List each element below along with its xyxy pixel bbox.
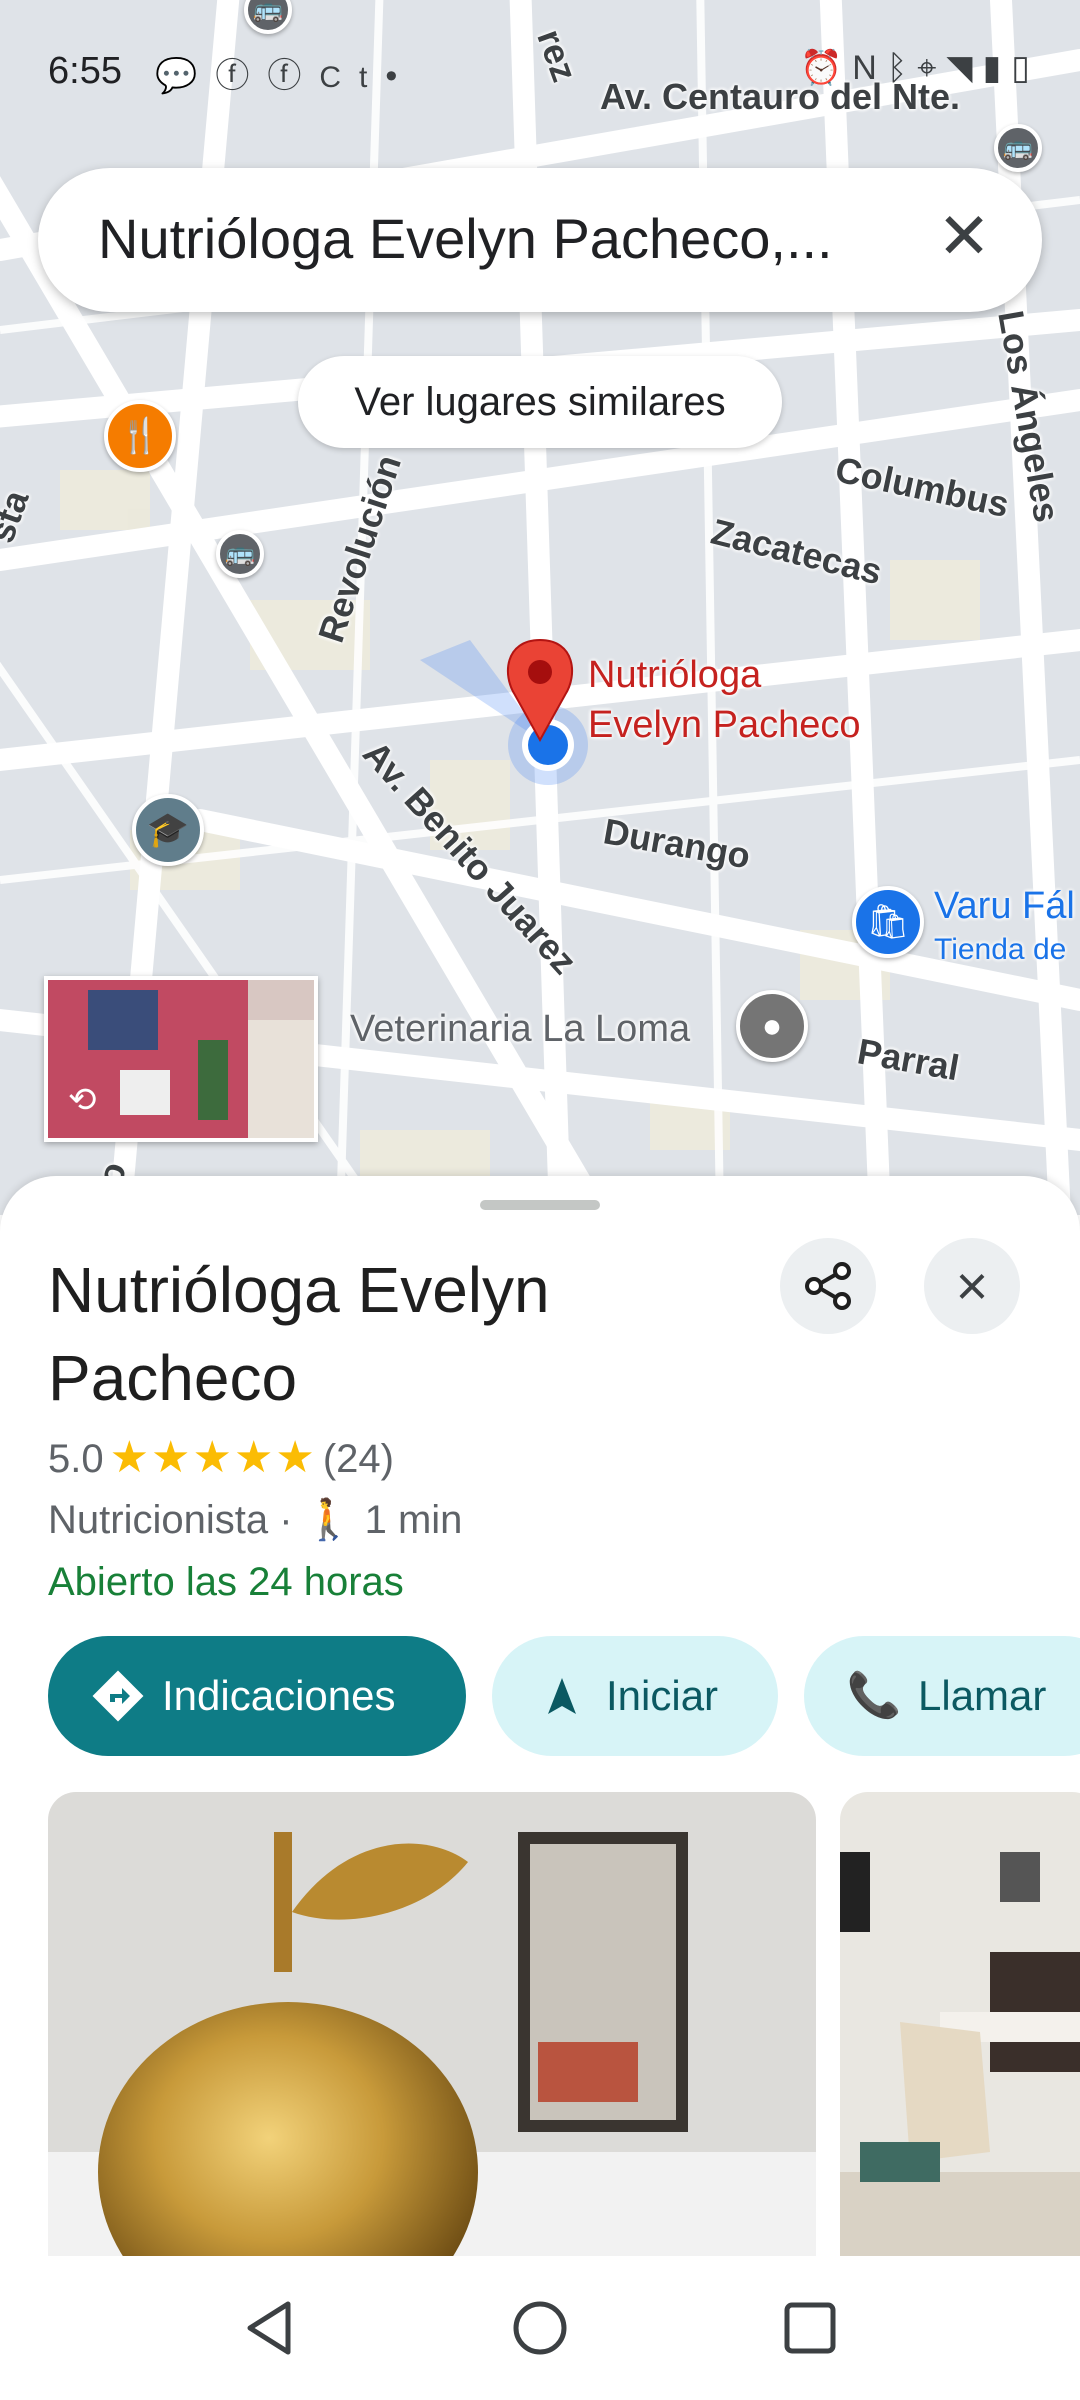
- share-icon: [805, 1262, 851, 1310]
- restaurant-poi-icon[interactable]: 🍴: [104, 400, 176, 472]
- pin-label-line: Nutrióloga: [588, 654, 762, 696]
- wifi-icon: ◥: [946, 49, 983, 87]
- bluetooth-icon: ᛒ: [886, 49, 918, 87]
- system-navigation-bar: [0, 2256, 1080, 2400]
- rating-value: 5.0: [48, 1437, 104, 1481]
- shop-poi-type: Tienda de: [934, 933, 1067, 966]
- place-sheet[interactable]: Nutrióloga Evelyn Pacheco × 5.0 ★★★★★ (24)…: [0, 1176, 1080, 2256]
- selected-place-label[interactable]: Nutrióloga Evelyn Pacheco: [588, 650, 861, 750]
- facebook-icon: ⓕ: [215, 57, 268, 95]
- similar-places-button[interactable]: Ver lugares similares: [298, 356, 782, 448]
- rotate-360-icon: ⟲: [68, 1081, 97, 1119]
- close-sheet-button[interactable]: ×: [924, 1238, 1020, 1334]
- system-icons: ⏰Nᛒ⌖◥▮▯: [800, 48, 1040, 88]
- office-interior-image: [840, 1792, 1080, 2256]
- back-icon[interactable]: [240, 2298, 300, 2358]
- separator: ·: [279, 1498, 293, 1542]
- street-view-thumbnail[interactable]: ⟲: [44, 976, 318, 1142]
- battery-icon: ▯: [1011, 49, 1040, 87]
- place-photo[interactable]: [840, 1792, 1080, 2256]
- ct-icon: Ct: [319, 61, 386, 94]
- shopping-poi-icon[interactable]: 🛍: [852, 886, 924, 958]
- drag-handle[interactable]: [480, 1200, 600, 1210]
- bus-stop-icon[interactable]: 🚌: [994, 124, 1042, 172]
- directions-button[interactable]: Indicaciones: [48, 1636, 466, 1756]
- call-button[interactable]: 📞 Llamar: [804, 1636, 1080, 1756]
- close-icon: ×: [955, 1254, 989, 1317]
- shop-poi-name: Varu Fál: [934, 885, 1075, 927]
- category-row: Nutricionista · 🚶 1 min: [48, 1496, 462, 1543]
- place-poi-icon[interactable]: ●: [736, 990, 808, 1062]
- facebook-icon: ⓕ: [267, 57, 320, 95]
- search-bar[interactable]: Nutrióloga Evelyn Pacheco,... ✕: [38, 168, 1042, 312]
- messenger-icon: 💬: [155, 57, 216, 95]
- rating-row[interactable]: 5.0 ★★★★★ (24): [48, 1432, 394, 1483]
- place-photo[interactable]: [48, 1792, 816, 2256]
- star-rating-icon: ★★★★★: [109, 1433, 317, 1482]
- phone-icon: 📞: [846, 1671, 902, 1720]
- status-time: 6:55: [48, 50, 122, 92]
- vet-poi-label[interactable]: Veterinaria La Loma: [350, 1008, 690, 1051]
- walk-time: 1 min: [364, 1498, 463, 1542]
- close-icon[interactable]: ✕: [928, 200, 1000, 272]
- location-icon: ⌖: [917, 49, 947, 87]
- recents-icon[interactable]: [780, 2298, 840, 2358]
- opening-hours[interactable]: Abierto las 24 horas: [48, 1560, 404, 1605]
- alarm-icon: ⏰: [799, 49, 853, 87]
- notification-icons: 💬ⓕⓕCt•: [155, 48, 415, 97]
- navigation-arrow-icon: [534, 1636, 590, 1802]
- start-label: Iniciar: [606, 1672, 719, 1719]
- dot-icon: •: [385, 57, 416, 95]
- shop-poi-label[interactable]: Varu Fál Tienda de: [934, 884, 1075, 972]
- signal-icon: ▮: [982, 49, 1012, 87]
- pin-label-line: Evelyn Pacheco: [588, 704, 861, 746]
- nfc-icon: N: [852, 49, 887, 87]
- golden-apple-image: [48, 1792, 816, 2256]
- review-count: (24): [322, 1437, 394, 1481]
- directions-icon: [90, 1636, 146, 1802]
- school-poi-icon[interactable]: 🎓: [132, 794, 204, 866]
- bus-stop-icon[interactable]: 🚌: [216, 530, 264, 578]
- call-label: Llamar: [918, 1672, 1047, 1719]
- map-view[interactable]: Av. Centauro del Nte. Columbus Zacatecas…: [0, 0, 1080, 1215]
- walking-icon: 🚶: [303, 1498, 354, 1542]
- search-query[interactable]: Nutrióloga Evelyn Pacheco,...: [98, 206, 833, 271]
- place-title: Nutrióloga Evelyn Pacheco: [48, 1254, 550, 1414]
- status-bar: 6:55 💬ⓕⓕCt• ⏰Nᛒ⌖◥▮▯: [0, 40, 1080, 110]
- start-navigation-button[interactable]: Iniciar: [492, 1636, 778, 1756]
- directions-label: Indicaciones: [162, 1672, 396, 1719]
- place-category: Nutricionista: [48, 1498, 269, 1542]
- share-button[interactable]: [780, 1238, 876, 1334]
- home-icon[interactable]: [510, 2298, 570, 2358]
